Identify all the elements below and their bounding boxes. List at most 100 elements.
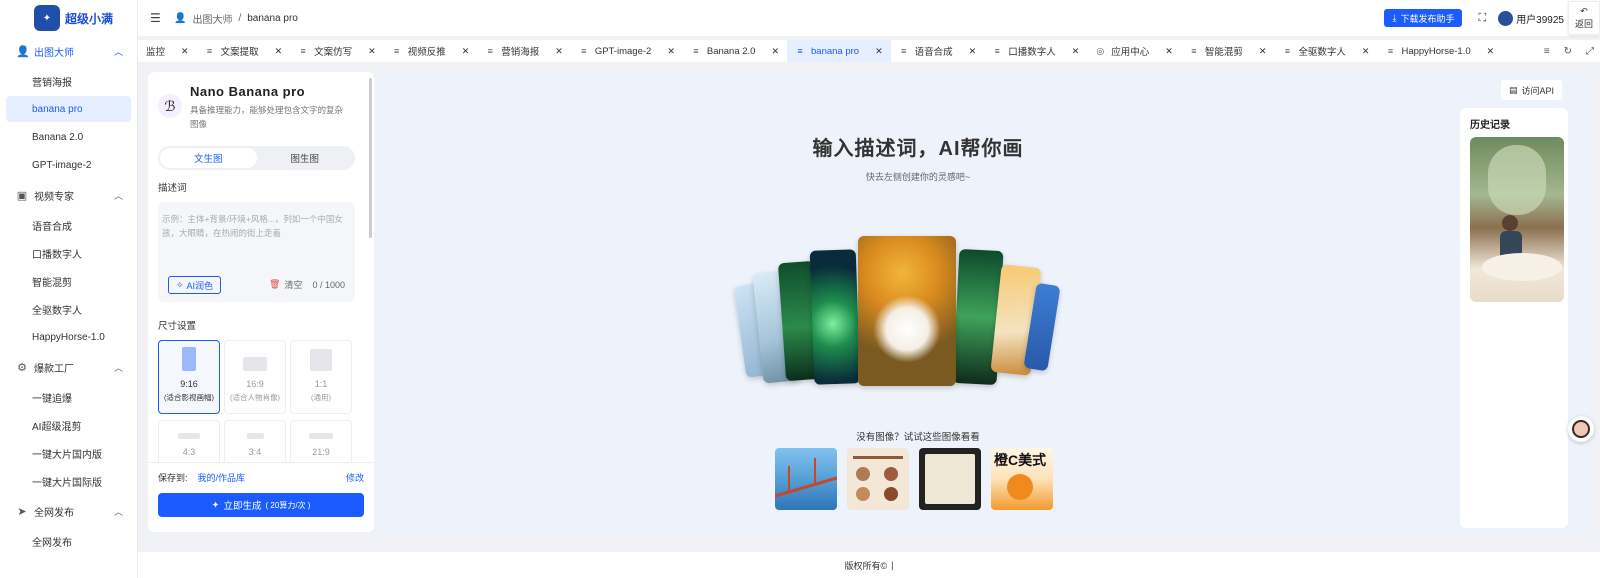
tab[interactable]: ≡ 全驱数字人 ✕ [1274, 40, 1377, 62]
breadcrumb-parent[interactable]: 出图大师 [192, 11, 232, 26]
tab-label: 监控 [146, 47, 166, 58]
tab-image-to-image[interactable]: 图生图 [257, 148, 354, 168]
breadcrumb-current: banana pro [247, 12, 298, 24]
sidebar-group[interactable]: ➤ 全网发布 ︿ [0, 496, 137, 526]
support-avatar-button[interactable] [1568, 416, 1594, 442]
tab[interactable]: ≡ 视频反推 ✕ [384, 40, 478, 62]
fullscreen-icon[interactable]: ⛶ [1478, 12, 1486, 25]
save-path-link[interactable]: 我的/作品库 [198, 471, 346, 484]
close-icon[interactable]: ✕ [462, 46, 470, 57]
panel-footer: 保存到: 我的/作品库 修改 ✦ 立即生成 ( 20算力/次 ) [148, 462, 374, 532]
sidebar-group[interactable]: ▣ 视频专家 ︿ [0, 180, 137, 210]
sidebar-group[interactable]: 👤 出图大师 ︿ [0, 36, 137, 66]
sidebar-item[interactable]: HappyHorse-1.0 [6, 324, 131, 350]
tab-label: HappyHorse-1.0 [1401, 45, 1471, 57]
close-icon[interactable]: ✕ [771, 46, 779, 57]
close-icon[interactable]: ✕ [1165, 46, 1173, 57]
tab-icon: ≡ [797, 46, 803, 56]
tab[interactable]: ◎ 应用中心 ✕ [1087, 40, 1181, 62]
size-option[interactable]: 1:1 (通用) [290, 340, 352, 414]
sidebar-item[interactable]: 口播数字人 [6, 240, 131, 266]
tab[interactable]: ≡ 口播数字人 ✕ [984, 40, 1087, 62]
size-option[interactable]: 3:4 [224, 420, 286, 468]
aspect-ratio-icon [246, 433, 264, 439]
close-icon[interactable]: ✕ [875, 46, 883, 57]
tab[interactable]: 监控 ✕ [138, 40, 197, 62]
sidebar-item[interactable]: banana pro [6, 96, 131, 122]
tab[interactable]: ≡ 智能混剪 ✕ [1181, 40, 1275, 62]
user-plus-icon: 👤 [174, 12, 187, 24]
history-thumbnail[interactable] [1470, 137, 1564, 302]
size-settings-label: 尺寸设置 [158, 321, 197, 332]
tab[interactable]: ≡ banana pro ✕ [787, 40, 891, 62]
tab[interactable]: ≡ GPT-image-2 ✕ [571, 40, 683, 62]
back-button[interactable]: ↶ 返回 [1568, 1, 1600, 35]
video-icon: ▣ [16, 189, 28, 202]
sidebar-item[interactable]: 全网发布 [6, 528, 131, 554]
history-panel: 历史记录 [1460, 108, 1568, 528]
close-icon[interactable]: ✕ [368, 46, 376, 57]
tab-icon: ≡ [1284, 46, 1291, 56]
download-assistant-button[interactable]: ⤓ 下载发布助手 [1384, 9, 1463, 27]
tab-icon: ≡ [693, 46, 699, 56]
sidebar-item[interactable]: Banana 2.0 [6, 124, 131, 150]
sidebar-item[interactable]: 智能混剪 [6, 268, 131, 294]
sample-image-tablet-notes[interactable] [919, 448, 981, 510]
tab-text-to-image[interactable]: 文生图 [160, 148, 257, 168]
trash-icon[interactable]: 🗑 [269, 279, 280, 290]
panel-scrollbar[interactable] [369, 78, 372, 238]
size-option[interactable]: 4:3 [158, 420, 220, 468]
tab-list-icon[interactable]: ≡ [1544, 46, 1550, 57]
tab[interactable]: ≡ 文案仿写 ✕ [290, 40, 384, 62]
sample-image-bridge[interactable] [775, 448, 837, 510]
hero-title: 输入描述词，AI帮你画 [812, 138, 1024, 160]
close-icon[interactable]: ✕ [1487, 46, 1495, 57]
close-icon[interactable]: ✕ [181, 46, 189, 57]
prompt-input[interactable]: 示例：主体+背景/环境+风格...，列如一个中国女孩，大眼睛，在热闹的街上走着 … [158, 202, 355, 302]
sidebar-item[interactable]: 营销海报 [6, 68, 131, 94]
size-option[interactable]: 21:9 [290, 420, 352, 468]
close-icon[interactable]: ✕ [1072, 46, 1080, 57]
sidebar-item[interactable]: 一键大片国际版 [6, 468, 131, 494]
tab[interactable]: ≡ HappyHorse-1.0 ✕ [1377, 40, 1502, 62]
collapse-menu-icon[interactable]: ☰ [150, 11, 164, 25]
size-option[interactable]: 9:16 (适合影视画幅) [158, 340, 220, 414]
close-icon[interactable]: ✕ [275, 46, 283, 57]
visit-api-label: 访问API [1521, 85, 1554, 96]
ai-polish-button[interactable]: ✧ AI润色 [168, 276, 222, 294]
sidebar-item[interactable]: AI超级混剪 [6, 412, 131, 438]
sidebar-item[interactable]: 一键追爆 [6, 384, 131, 410]
sidebar-item[interactable]: 语音合成 [6, 212, 131, 238]
refresh-icon[interactable]: ↻ [1564, 46, 1572, 57]
tab[interactable]: ≡ 文案提取 ✕ [197, 40, 291, 62]
clear-button[interactable]: 清空 [284, 278, 302, 291]
tab-icon: ≡ [394, 46, 400, 56]
hero-subtitle: 快去左侧创建你的灵感吧~ [865, 172, 971, 182]
tab[interactable]: ≡ 营销海报 ✕ [477, 40, 571, 62]
breadcrumb: 👤 出图大师 / banana pro [174, 11, 298, 26]
expand-icon[interactable]: ⤢ [1586, 46, 1594, 57]
close-icon[interactable]: ✕ [1362, 46, 1370, 57]
sidebar-item[interactable]: 全驱数字人 [6, 296, 131, 322]
close-icon[interactable]: ✕ [667, 46, 675, 57]
tab[interactable]: ≡ 语音合成 ✕ [891, 40, 985, 62]
close-icon[interactable]: ✕ [1259, 46, 1267, 57]
generate-button[interactable]: ✦ 立即生成 ( 20算力/次 ) [158, 493, 364, 517]
sidebar-group[interactable]: ⚙ 爆款工厂 ︿ [0, 352, 137, 382]
sidebar-item[interactable]: GPT-image-2 [6, 152, 131, 178]
tab-icon: ≡ [581, 46, 587, 56]
chevron-up-icon: ︿ [113, 190, 123, 201]
sample-image-coffee-guide[interactable] [847, 448, 909, 510]
edit-path-button[interactable]: 修改 [346, 471, 364, 484]
logo[interactable]: ✦ 超级小满 [0, 0, 137, 36]
showcase-image [809, 249, 861, 385]
close-icon[interactable]: ✕ [969, 46, 977, 57]
tab[interactable]: ≡ Banana 2.0 ✕ [683, 40, 787, 62]
tab-icon: ≡ [300, 46, 306, 56]
close-icon[interactable]: ✕ [555, 46, 563, 57]
visit-api-button[interactable]: ▤ 访问API [1500, 80, 1562, 100]
sidebar-item[interactable]: 一键大片国内版 [6, 440, 131, 466]
size-option[interactable]: 16:9 (适合人物肖像) [224, 340, 286, 414]
sample-image-orange-drink[interactable]: 橙C美式 [991, 448, 1053, 510]
user-menu[interactable]: 用户39925 [1498, 10, 1564, 26]
